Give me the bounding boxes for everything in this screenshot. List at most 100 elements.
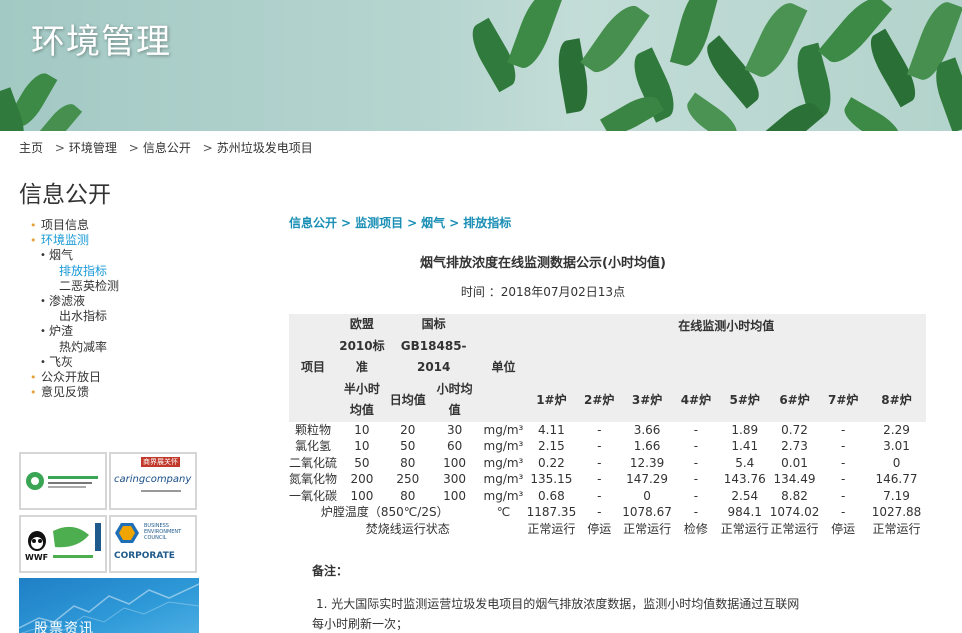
furnace-4-value: - [693,488,699,503]
row-gb-hourly-limit: 100 [443,455,467,470]
furnace-4-status: 检修 [683,521,708,536]
furnace-4-value: - [693,422,699,437]
notes-line-1: 1. 光大国际实时监测运营垃圾发电项目的烟气排放浓度数据，监测小时均值数据通过互… [316,597,800,611]
content-breadcrumb: 信息公开 > 监测项目 > 烟气 > 排放指标 [289,214,511,231]
sidebar-item-effluent-index[interactable]: 出水指标 [30,309,119,324]
hero-banner: 环境管理 [0,0,962,131]
sidebar-item-dioxin[interactable]: 二恶英检测 [30,279,119,294]
furnace-8-value: 2.29 [883,422,910,437]
leaf-shape [839,97,905,131]
furnace-2-value: - [597,455,602,470]
row-gb-hourly-limit: 60 [446,439,463,454]
header-eu-half-hour: 半小时均值 [337,378,387,422]
furnace-1-value: 0.22 [538,455,565,470]
sidebar-item-open-day[interactable]: 公众开放日 [30,370,119,385]
sustainability-logo[interactable] [19,452,107,510]
content-crumb-separator: > [341,216,352,230]
furnace-6-value: 0.01 [781,455,808,470]
emission-data-table: 项目 欧盟2010标准 国标GB18485-2014 单位 在线监测小时均值 半… [289,314,926,537]
furnace-5-value: 143.76 [723,472,766,487]
furnace-3-status: 正常运行 [623,521,672,536]
row-eu-limit: 100 [350,488,374,503]
table-header-row: 项目 欧盟2010标准 国标GB18485-2014 单位 在线监测小时均值 [289,314,926,422]
wwf-logo[interactable]: WWF [19,515,107,573]
furnace-4-temperature: - [693,505,699,520]
stock-info-banner[interactable]: 股票资讯 [19,578,199,633]
row-gb-daily-limit: 20 [400,422,416,437]
table-row: 一氧化碳 100 80 100 mg/m³ 0.68 - 0 - 2.54 8.82 - 7.19 [289,488,926,505]
table-row-temperature: 炉膛温度（850℃/2S） ℃ 1187.35 - 1078.67 - 984.1 1074.… [289,504,926,521]
sidebar-item-env-monitoring[interactable]: 环境监测 [30,233,119,248]
status-label: 焚烧线运行状态 [365,521,450,536]
banner-title: 环境管理 [31,22,171,62]
furnace-3-value: 147.29 [626,472,669,487]
report-title: 烟气排放浓度在线监测数据公示(小时均值) [420,256,666,271]
furnace-4-value: - [693,439,699,454]
row-gb-hourly-limit: 30 [446,422,463,437]
furnace-2-value: - [597,422,602,437]
row-eu-limit: 10 [354,422,370,437]
row-gb-daily-limit: 80 [400,455,416,470]
furnace-1-value: 135.15 [530,472,573,487]
sidebar-item-flue-gas[interactable]: 烟气 [30,248,119,263]
table-subheader-row: 半小时均值 日均值 小时均值 1#炉 2#炉 3#炉 4#炉 5#炉 6#炉 7… [289,378,926,422]
notes-title: 备注： [312,564,349,578]
furnace-6-value: 8.82 [781,488,808,503]
header-furnace-5: 5#炉 [719,378,770,422]
furnace-7-value: - [841,422,846,437]
leaf-shape [681,92,743,131]
sidebar-item-fly-ash[interactable]: 飞灰 [30,355,119,370]
sidebar-item-ignition-loss[interactable]: 热灼减率 [30,340,119,355]
content-crumb-separator: > [449,216,460,230]
row-gb-hourly-limit: 300 [443,472,467,487]
furnace-3-temperature: 1078.67 [622,505,672,520]
temperature-label: 炉膛温度（850℃/2S） [320,505,449,520]
bec-corporate-text: CORPORATE [114,551,175,561]
furnace-6-status: 正常运行 [770,521,819,536]
table-row: 二氧化硫 50 80 100 mg/m³ 0.22 - 12.39 - 5.4 0.01 - 0 [289,455,926,472]
furnace-3-value: 0 [643,488,651,503]
furnace-8-value: 0 [892,455,901,470]
breadcrumb-separator: > [54,141,65,155]
content-crumb-monitoring[interactable]: 监测项目 [355,216,403,230]
furnace-2-status: 停运 [587,521,612,536]
furnace-7-value: - [841,488,846,503]
breadcrumb-project[interactable]: 苏州垃圾发电项目 [217,139,313,156]
bec-logo[interactable]: BUSINESS ENVIRONMENT COUNCIL CORPORATE [109,515,197,573]
sidebar-item-emission-index[interactable]: 排放指标 [30,264,119,279]
row-item: 颗粒物 [295,422,332,437]
content-crumb-emission[interactable]: 排放指标 [463,216,511,230]
furnace-1-status: 正常运行 [527,521,576,536]
content-crumb-separator: > [407,216,418,230]
notes-line-2: 每小时刷新一次； [312,617,409,631]
temperature-unit: ℃ [496,505,511,520]
wwf-text: WWF [25,553,49,562]
row-gb-hourly-limit: 100 [443,488,467,503]
furnace-4-value: - [693,455,699,470]
caring-company-caption: 商界展关怀 [141,457,180,467]
sidebar-title: 信息公开 [19,182,111,208]
furnace-1-value: 4.11 [538,422,565,437]
content-crumb-info[interactable]: 信息公开 [289,216,337,230]
caring-company-logo[interactable]: 商界展关怀 caringcompany [109,452,197,510]
sidebar-item-feedback[interactable]: 意见反馈 [30,385,119,400]
header-furnace-6: 6#炉 [769,378,820,422]
sidebar-item-project-info[interactable]: 项目信息 [30,218,119,233]
breadcrumb-home[interactable]: 主页 [19,139,43,156]
header-furnace-2: 2#炉 [576,378,623,422]
sidebar-item-leachate[interactable]: 渗滤液 [30,294,119,309]
header-gb-standard: 国标GB18485-2014 [386,314,481,379]
row-eu-limit: 10 [354,439,370,454]
furnace-8-temperature: 1027.88 [871,505,922,520]
header-online-monitoring: 在线监测小时均值 [526,314,926,379]
row-unit: mg/m³ [483,488,524,503]
sidebar-item-slag[interactable]: 炉渣 [30,324,119,339]
furnace-8-value: 7.19 [883,488,910,503]
breadcrumb-info[interactable]: 信息公开 [143,139,191,156]
breadcrumb-separator: > [128,141,139,155]
furnace-5-value: 1.41 [731,439,759,454]
content-crumb-flue-gas[interactable]: 烟气 [421,216,445,230]
furnace-3-value: 3.66 [633,422,661,437]
furnace-3-value: 12.39 [629,455,665,470]
breadcrumb-env[interactable]: 环境管理 [69,139,117,156]
